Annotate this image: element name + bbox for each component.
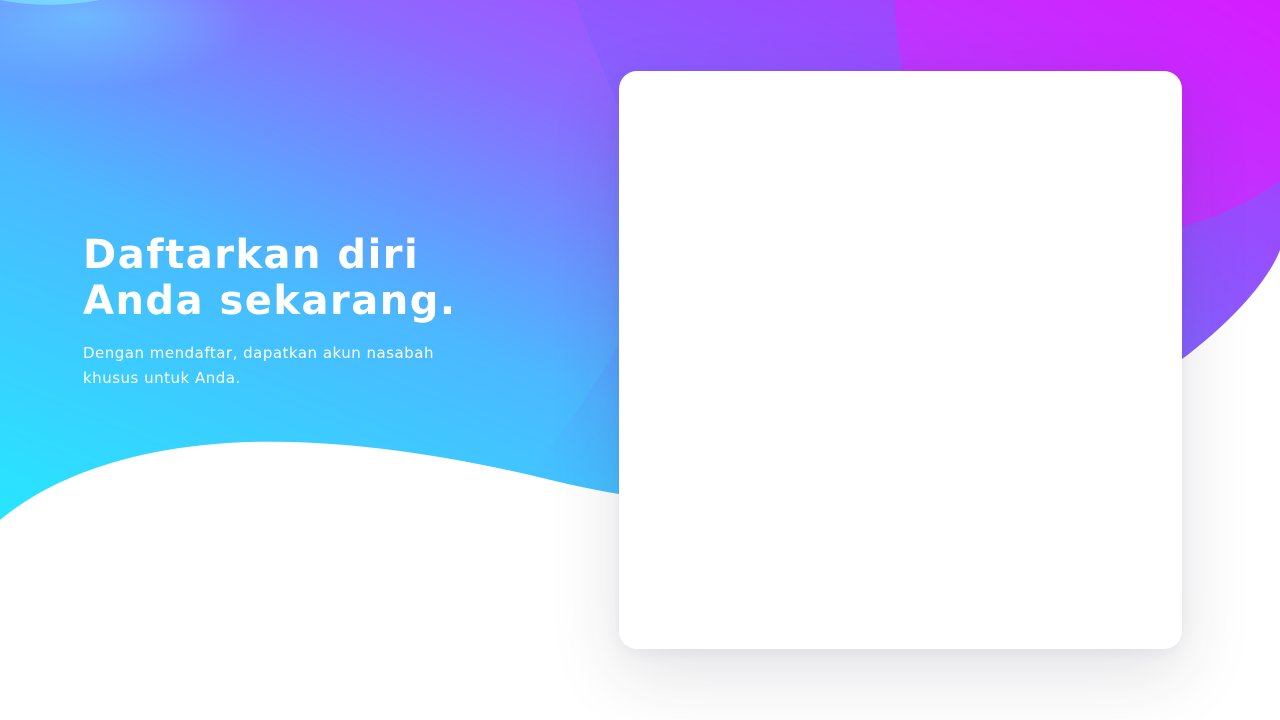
page-root: Daftarkan diri Anda sekarang. Dengan men… — [0, 0, 1280, 720]
page-subtitle: Dengan mendaftar, dapatkan akun nasabah … — [83, 344, 434, 387]
registration-form-card — [619, 71, 1182, 649]
hero-section: Daftarkan diri Anda sekarang. Dengan men… — [83, 232, 553, 391]
page-title: Daftarkan diri Anda sekarang. — [83, 232, 457, 324]
